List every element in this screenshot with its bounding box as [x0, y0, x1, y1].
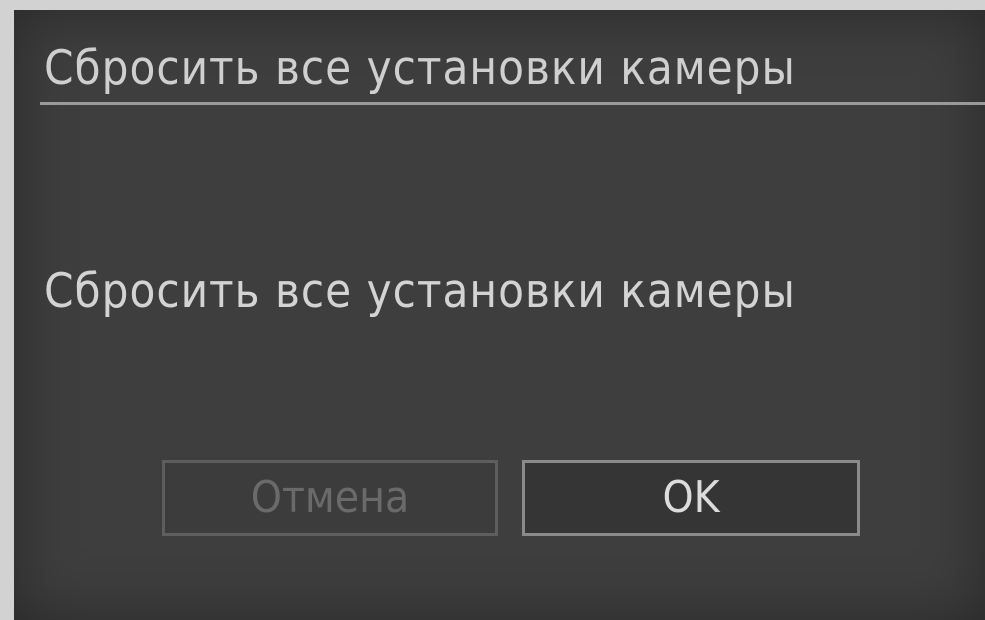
camera-lcd-screen: Сбросить все установки камеры Сбросить в… [14, 10, 985, 620]
ok-button[interactable]: OK [522, 460, 860, 536]
menu-title: Сбросить все установки камеры [44, 41, 796, 96]
title-divider [40, 102, 985, 105]
cancel-button[interactable]: Отмена [162, 460, 498, 536]
confirmation-message: Сбросить все установки камеры [44, 264, 796, 319]
